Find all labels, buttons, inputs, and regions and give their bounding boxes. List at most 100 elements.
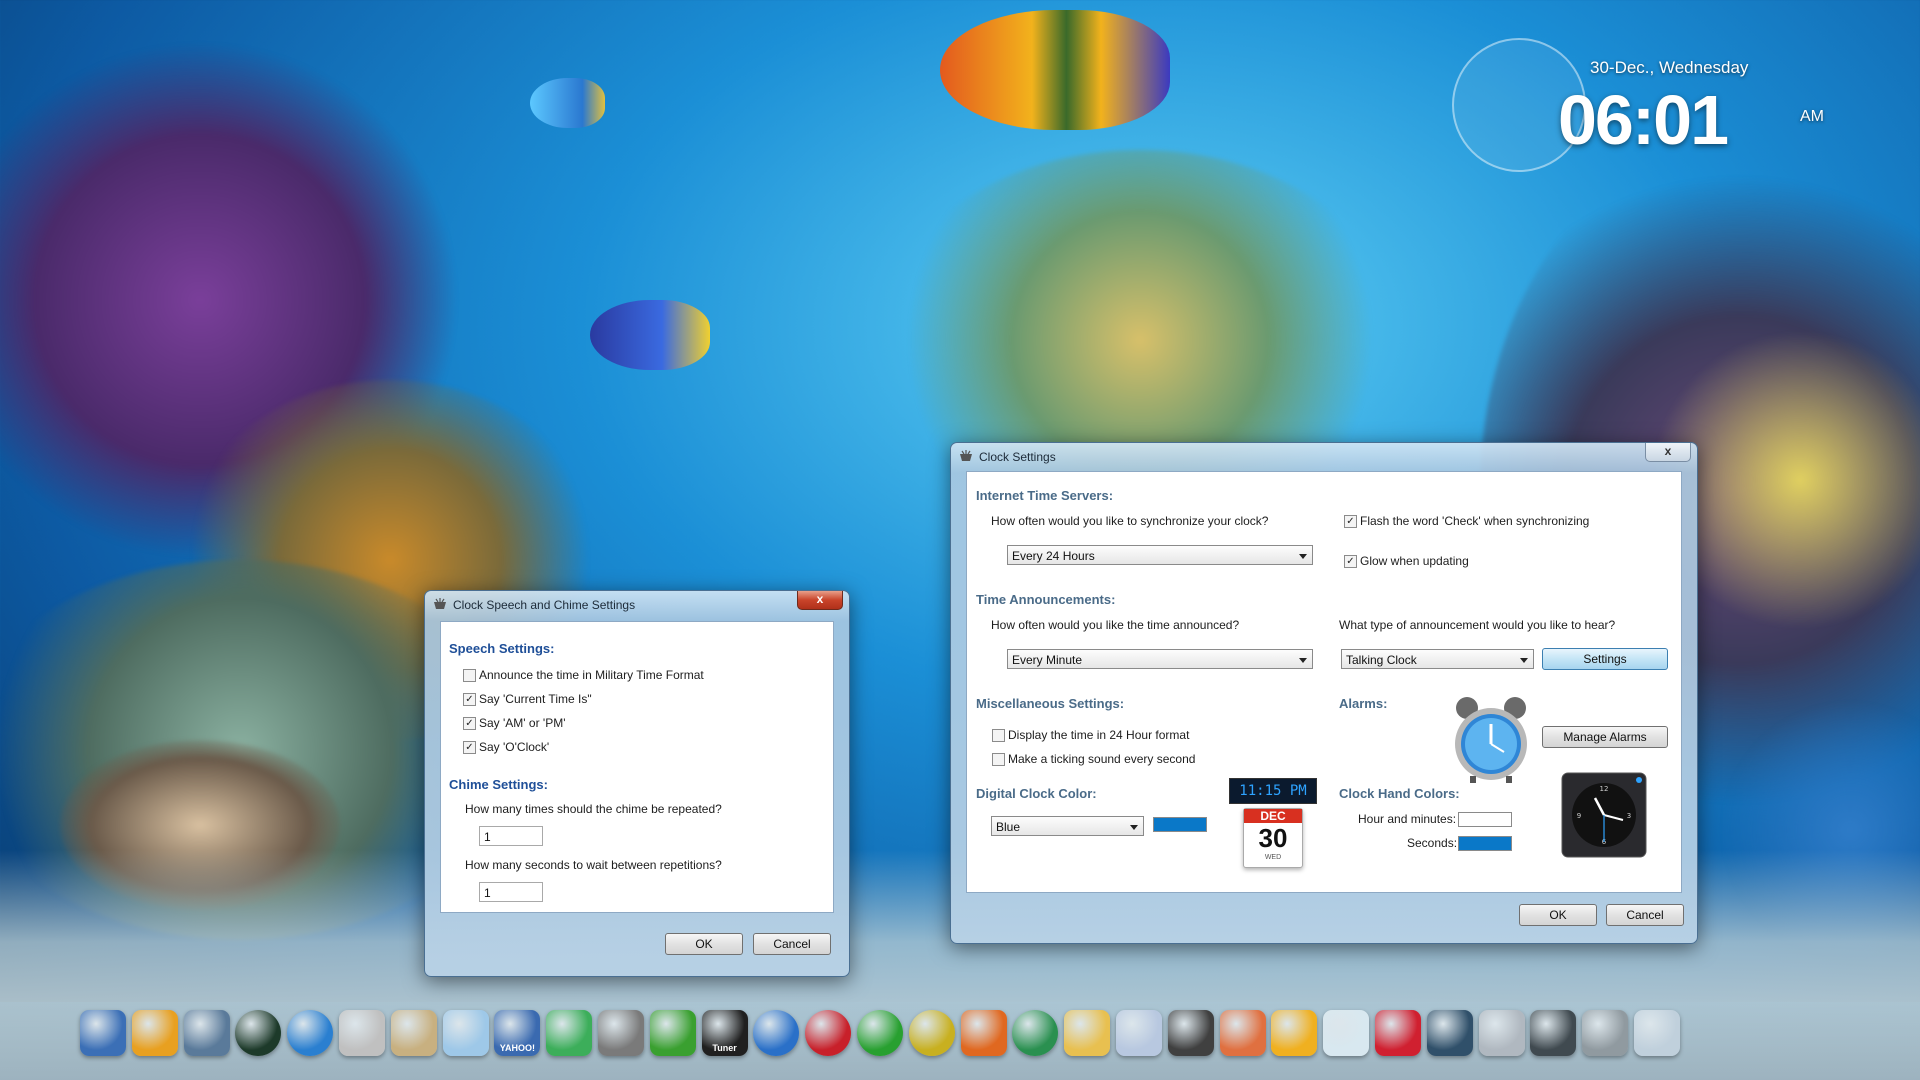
digital-color-value: Blue: [996, 820, 1021, 834]
current-time-checkbox[interactable]: ✓: [463, 693, 476, 706]
hour-minutes-swatch[interactable]: [1458, 812, 1512, 827]
digital-clock-preview: 11:15 PM: [1229, 778, 1317, 804]
paint-icon[interactable]: [1219, 1010, 1266, 1056]
military-time-label: Announce the time in Military Time Forma…: [479, 668, 704, 682]
clock-settings-window: Clock Settings x Internet Time Servers: …: [950, 442, 1698, 944]
finder-icon[interactable]: [183, 1010, 230, 1056]
stickies-icon[interactable]: [1064, 1010, 1111, 1056]
folder-icon[interactable]: [442, 1010, 489, 1056]
clock-icon[interactable]: [1530, 1010, 1577, 1056]
digital-color-select[interactable]: Blue: [991, 816, 1144, 836]
green-orb-icon[interactable]: [857, 1010, 903, 1056]
clock-ampm: AM: [1800, 108, 1824, 125]
oclock-label: Say 'O'Clock': [479, 740, 550, 754]
notes-icon[interactable]: [390, 1010, 437, 1056]
digital-color-header: Digital Clock Color:: [976, 786, 1097, 801]
oclock-checkbox[interactable]: ✓: [463, 741, 476, 754]
military-time-checkbox[interactable]: [463, 669, 476, 682]
clock-window-close-button[interactable]: x: [1645, 443, 1691, 462]
speech-ok-button[interactable]: OK: [665, 933, 743, 955]
folder-stack-icon[interactable]: [1634, 1010, 1680, 1056]
sync-frequency-select[interactable]: Every 24 Hours: [1007, 545, 1313, 565]
trash-icon[interactable]: [1582, 1010, 1629, 1056]
announce-settings-button[interactable]: Settings: [1542, 648, 1668, 670]
camera-icon[interactable]: [1426, 1010, 1473, 1056]
clock-window-client: Internet Time Servers: How often would y…: [966, 471, 1682, 893]
speech-window-client: Speech Settings: Announce the time in Mi…: [440, 621, 834, 913]
itunes-icon[interactable]: [1323, 1010, 1370, 1056]
ticking-label: Make a ticking sound every second: [1008, 752, 1196, 766]
search-icon[interactable]: [339, 1010, 385, 1056]
calendar-icon: DEC 30 WED: [1243, 808, 1303, 868]
speech-chime-window: Clock Speech and Chime Settings x Speech…: [424, 590, 850, 977]
alarms-header: Alarms:: [1339, 696, 1388, 711]
windows-flag-icon[interactable]: [131, 1010, 178, 1056]
am-pm-label: Say 'AM' or 'PM': [479, 716, 566, 730]
nexus-icon[interactable]: [80, 1010, 126, 1056]
time-servers-header: Internet Time Servers:: [976, 488, 1114, 503]
desktop-clock-widget: 30-Dec., Wednesday 06:01 AM: [1440, 30, 1824, 180]
chevron-down-icon: [1299, 658, 1307, 663]
svg-text:9: 9: [1577, 812, 1581, 820]
announce-type-question: What type of announcement would you like…: [1339, 618, 1616, 632]
yahoo-icon[interactable]: YAHOO!: [494, 1010, 541, 1056]
speech-window-titlebar[interactable]: Clock Speech and Chime Settings x: [425, 591, 849, 619]
speech-cancel-button[interactable]: Cancel: [753, 933, 831, 955]
heart-icon[interactable]: [1375, 1010, 1421, 1056]
current-time-label: Say 'Current Time Is": [479, 692, 592, 706]
chime-repeat-input[interactable]: 1: [479, 826, 543, 846]
speech-window-close-button[interactable]: x: [797, 591, 843, 610]
am-pm-checkbox[interactable]: ✓: [463, 717, 476, 730]
speaker-icon[interactable]: [287, 1010, 334, 1056]
calendar-day: 30: [1258, 823, 1288, 853]
clock-time: 06:01: [1558, 81, 1729, 159]
firefox-icon[interactable]: [960, 1010, 1007, 1056]
glow-checkbox[interactable]: ✓: [1344, 555, 1357, 568]
microphone-icon[interactable]: [1116, 1010, 1162, 1056]
speech-window-title: Clock Speech and Chime Settings: [453, 598, 636, 612]
clock-app-icon: [434, 598, 446, 609]
red-orb-icon[interactable]: [805, 1010, 852, 1056]
chime-repeat-question: How many times should the chime be repea…: [465, 802, 722, 816]
announce-frequency-select[interactable]: Every Minute: [1007, 649, 1313, 669]
alarm-clock-icon: [1455, 697, 1527, 783]
ticking-checkbox[interactable]: [992, 753, 1005, 766]
sync-question: How often would you like to synchronize …: [991, 514, 1269, 528]
yellow-orb-icon[interactable]: [908, 1010, 955, 1056]
announce-type-select[interactable]: Talking Clock: [1341, 649, 1534, 669]
chevron-down-icon: [1299, 554, 1307, 559]
clock-app-icon: [960, 450, 972, 461]
clock-date: 30-Dec., Wednesday: [1590, 58, 1749, 77]
music-icon[interactable]: [649, 1010, 696, 1056]
gear-icon[interactable]: [598, 1010, 644, 1056]
manage-alarms-button[interactable]: Manage Alarms: [1542, 726, 1668, 748]
angelfish-icon: [940, 10, 1170, 130]
media-icon[interactable]: [1167, 1010, 1214, 1056]
clock-cancel-button[interactable]: Cancel: [1606, 904, 1684, 926]
tuner-icon[interactable]: Tuner: [701, 1010, 748, 1056]
hour-minutes-label: Hour and minutes:: [1358, 812, 1457, 826]
digital-color-swatch: [1153, 817, 1207, 832]
chime-wait-input[interactable]: 1: [479, 882, 543, 902]
clock-ok-button[interactable]: OK: [1519, 904, 1597, 926]
flash-check-checkbox[interactable]: ✓: [1344, 515, 1357, 528]
chime-settings-header: Chime Settings:: [449, 777, 548, 792]
glow-label: Glow when updating: [1360, 554, 1469, 568]
hour24-checkbox[interactable]: [992, 729, 1005, 742]
chime-wait-question: How many seconds to wait between repetit…: [465, 858, 722, 872]
download-icon[interactable]: [546, 1010, 593, 1056]
blue-tang-icon: [590, 300, 710, 370]
announce-frequency-value: Every Minute: [1012, 653, 1083, 667]
announce-question: How often would you like the time announ…: [991, 618, 1240, 632]
svg-text:12: 12: [1600, 785, 1609, 793]
announce-type-value: Talking Clock: [1346, 653, 1417, 667]
misc-settings-header: Miscellaneous Settings:: [976, 696, 1125, 711]
speech-settings-header: Speech Settings:: [449, 641, 555, 656]
hour24-label: Display the time in 24 Hour format: [1008, 728, 1190, 742]
flash-check-label: Flash the word 'Check' when synchronizin…: [1360, 514, 1590, 528]
sync-frequency-value: Every 24 Hours: [1012, 549, 1095, 563]
clock-window-titlebar[interactable]: Clock Settings x: [951, 443, 1697, 471]
disc-icon[interactable]: [1478, 1010, 1525, 1056]
seconds-swatch[interactable]: [1458, 836, 1512, 851]
weather-icon[interactable]: [1271, 1010, 1318, 1056]
